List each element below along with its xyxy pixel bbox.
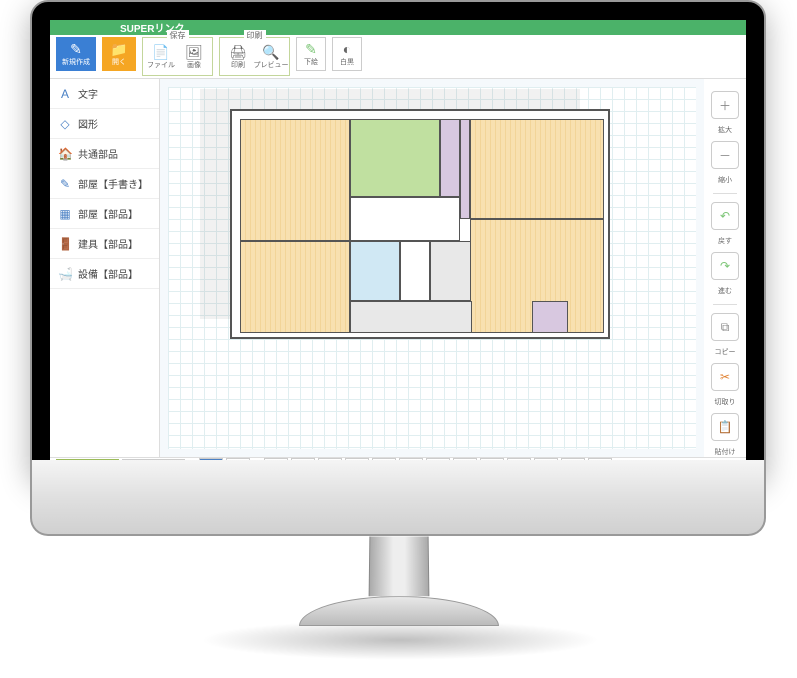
door-icon: 🚪	[58, 237, 72, 251]
house-icon: 🏠	[58, 147, 72, 161]
save-image-button[interactable]: 🖼 画像	[179, 40, 209, 74]
copy-label: コピー	[715, 347, 736, 357]
open-button[interactable]: 📁 開く	[102, 37, 136, 71]
bw-button[interactable]: ◐ 白黒	[332, 37, 362, 71]
preview-button[interactable]: 🔍 プレビュー	[256, 40, 286, 74]
room-washroom[interactable]	[430, 241, 472, 301]
print-group: 印刷 🖨 印刷 🔍 プレビュー	[219, 37, 290, 76]
save-group-label: 保存	[167, 30, 189, 41]
cut-button[interactable]: ✂	[711, 363, 739, 391]
app-window: SUPERリンク ✎ 新規作成 📁 開く 保存 📄 ファイル	[50, 20, 746, 460]
sidebar-item-text[interactable]: A 文字	[50, 79, 159, 109]
new-button[interactable]: ✎ 新規作成	[56, 37, 96, 71]
folder-icon: 📁	[110, 42, 127, 56]
redo-icon: ↷	[720, 259, 730, 273]
left-sidebar: A 文字 ◇ 図形 🏠 共通部品 ✎ 部屋【手書き】	[50, 79, 160, 457]
save-file-button[interactable]: 📄 ファイル	[146, 40, 176, 74]
room-closet-b[interactable]	[460, 119, 470, 219]
main-area: A 文字 ◇ 図形 🏠 共通部品 ✎ 部屋【手書き】	[50, 79, 746, 457]
sidebar-item-label: 設備【部品】	[78, 266, 138, 281]
sidebar-item-label: 共通部品	[78, 146, 118, 161]
floorplan[interactable]	[230, 109, 610, 339]
room-living[interactable]	[240, 119, 350, 241]
paste-icon: 📋	[718, 420, 733, 434]
draft-icon: ✎	[305, 42, 317, 56]
undo-label: 戻す	[718, 236, 732, 246]
image-icon: 🖼	[185, 45, 203, 59]
room-wc[interactable]	[400, 241, 430, 301]
new-icon: ✎	[70, 42, 82, 56]
sidebar-item-equipment[interactable]: 🛁 設備【部品】	[50, 259, 159, 289]
minus-icon: －	[719, 147, 731, 164]
scissors-icon: ✂	[720, 370, 730, 384]
text-icon: A	[58, 87, 72, 101]
room-bath[interactable]	[350, 241, 400, 301]
undo-icon: ↶	[720, 209, 730, 223]
room-kitchen[interactable]	[240, 241, 350, 333]
sidebar-item-common-parts[interactable]: 🏠 共通部品	[50, 139, 159, 169]
shape-icon: ◇	[58, 117, 72, 131]
sidebar-item-shape[interactable]: ◇ 図形	[50, 109, 159, 139]
print-group-label: 印刷	[244, 30, 266, 41]
sidebar-item-label: 部屋【部品】	[78, 206, 138, 221]
room-tatami[interactable]	[350, 119, 440, 197]
undo-button[interactable]: ↶	[711, 202, 739, 230]
sidebar-item-label: 図形	[78, 116, 98, 131]
draft-button[interactable]: ✎ 下絵	[296, 37, 326, 71]
copy-button[interactable]: ⧉	[711, 313, 739, 341]
printer-icon: 🖨	[229, 45, 247, 59]
paste-label: 貼付け	[715, 447, 736, 457]
room-icon: ▦	[58, 207, 72, 221]
zoom-out-button[interactable]: －	[711, 141, 739, 169]
zoom-in-button[interactable]: ＋	[711, 91, 739, 119]
save-group: 保存 📄 ファイル 🖼 画像	[142, 37, 213, 76]
paste-button[interactable]: 📋	[711, 413, 739, 441]
room-closet-c[interactable]	[532, 301, 568, 333]
zoom-in-label: 拡大	[718, 125, 732, 135]
titlebar: SUPERリンク	[50, 20, 746, 35]
right-toolbar: ＋ 拡大 － 縮小 ↶ 戻す ↷ 進む ⧉ コピー ✂ 切取り 📋 貼付け	[704, 79, 746, 457]
sidebar-item-fittings[interactable]: 🚪 建具【部品】	[50, 229, 159, 259]
cut-label: 切取り	[715, 397, 736, 407]
file-icon: 📄	[152, 45, 169, 59]
bw-icon: ◐	[343, 42, 351, 56]
sidebar-item-room-parts[interactable]: ▦ 部屋【部品】	[50, 199, 159, 229]
main-toolbar: ✎ 新規作成 📁 開く 保存 📄 ファイル 🖼 画像	[50, 35, 746, 79]
room-hall[interactable]	[350, 197, 460, 241]
preview-icon: 🔍	[262, 45, 279, 59]
handdraw-icon: ✎	[58, 177, 72, 191]
zoom-out-label: 縮小	[718, 175, 732, 185]
copy-icon: ⧉	[721, 320, 730, 335]
monitor-chin	[30, 460, 766, 536]
plus-icon: ＋	[719, 97, 731, 114]
room-bedroom[interactable]	[470, 119, 604, 219]
redo-button[interactable]: ↷	[711, 252, 739, 280]
equipment-icon: 🛁	[58, 267, 72, 281]
room-entrance[interactable]	[350, 301, 472, 333]
redo-label: 進む	[718, 286, 732, 296]
monitor-stand	[350, 536, 448, 626]
print-button[interactable]: 🖨 印刷	[223, 40, 253, 74]
sidebar-item-label: 文字	[78, 86, 98, 101]
room-closet-a[interactable]	[440, 119, 460, 197]
sidebar-item-label: 部屋【手書き】	[78, 176, 148, 191]
sidebar-item-room-handwritten[interactable]: ✎ 部屋【手書き】	[50, 169, 159, 199]
canvas[interactable]	[160, 79, 704, 457]
sidebar-item-label: 建具【部品】	[78, 236, 138, 251]
monitor-frame: SUPERリンク ✎ 新規作成 📁 開く 保存 📄 ファイル	[30, 0, 766, 480]
